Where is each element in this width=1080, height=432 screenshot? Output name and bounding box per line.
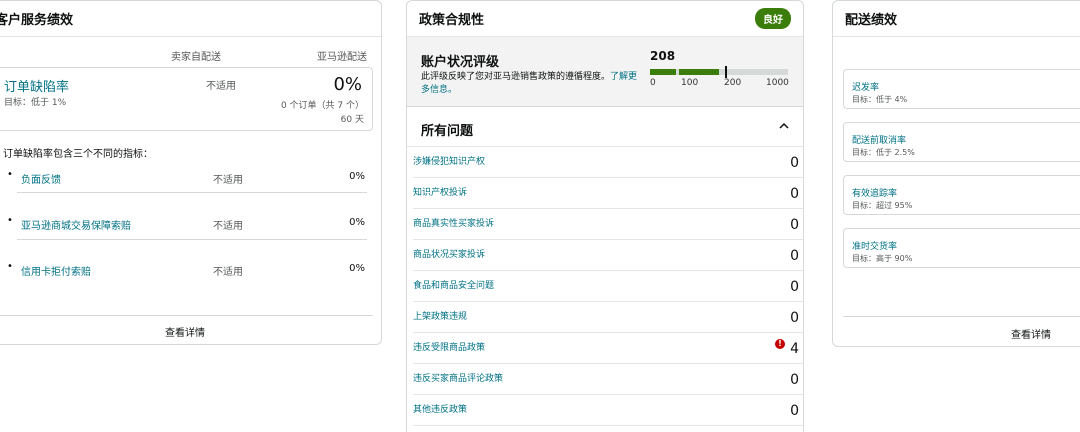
- issue-row: 上架政策违规 0: [413, 302, 803, 333]
- issue-row: 食品和商品安全问题 0: [413, 271, 803, 302]
- account-health-bar: [650, 66, 788, 78]
- alert-icon: !: [775, 339, 785, 349]
- account-health-title: 账户状况评级: [421, 55, 500, 70]
- odr-summary-box: 订单缺陷率 目标：低于 1% 不适用 0% 0 个订单（共 7 个） 60 天: [0, 67, 373, 131]
- metric-link-negative-feedback[interactable]: 负面反馈: [21, 171, 61, 186]
- issue-link[interactable]: 其他违反政策: [413, 402, 467, 415]
- footer-divider: [843, 316, 1080, 317]
- shipping-metric-target: 目标：高于 90%: [852, 254, 913, 263]
- status-badge: 良好: [755, 8, 791, 29]
- odr-target: 目标：低于 1%: [4, 98, 67, 108]
- metric-amazon-value: 0%: [349, 263, 365, 274]
- account-health-description: 此评级反映了您对亚马逊销售政策的遵循程度。了解更多信息。: [421, 71, 639, 97]
- shipping-title: 配送绩效: [845, 13, 898, 28]
- bullet: •: [7, 169, 13, 180]
- issue-row: 知识产权投诉 0: [413, 178, 803, 209]
- issue-count: 0: [790, 372, 799, 388]
- metric-row: • 信用卡拒付索赔 不适用 0%: [3, 259, 365, 305]
- metric-seller-value: 不适用: [213, 267, 243, 278]
- issue-count: 0: [790, 155, 799, 171]
- scale-tick: 1000: [766, 78, 789, 88]
- issue-link[interactable]: 商品状况买家投诉: [413, 247, 485, 260]
- odr-intro: 订单缺陷率包含三个不同的指标：: [3, 149, 153, 160]
- metric-link-a-to-z-claims[interactable]: 亚马逊商城交易保障索赔: [21, 217, 131, 232]
- customer-service-details-link[interactable]: 查看详情: [165, 324, 205, 339]
- odr-link[interactable]: 订单缺陷率: [4, 76, 69, 95]
- metric-amazon-value: 0%: [349, 171, 365, 182]
- shipping-metric-link[interactable]: 配送前取消率: [852, 133, 906, 146]
- customer-service-title: 客户服务绩效: [0, 13, 74, 28]
- scale-tick: 200: [724, 78, 742, 88]
- card-header: 政策合规性 良好: [407, 1, 803, 37]
- footer-divider: [0, 315, 373, 316]
- card-header: 客户服务绩效: [0, 1, 381, 37]
- metric-seller-value: 不适用: [213, 175, 243, 186]
- issue-link[interactable]: 违反受限商品政策: [413, 340, 485, 353]
- issue-link[interactable]: 食品和商品安全问题: [413, 278, 494, 291]
- chevron-up-icon[interactable]: [777, 119, 791, 133]
- scale-tick: 0: [650, 78, 656, 88]
- shipping-metric-link[interactable]: 准时交货率: [852, 239, 897, 252]
- shipping-details-link[interactable]: 查看详情: [1011, 326, 1051, 341]
- shipping-metric-link[interactable]: 迟发率: [852, 80, 879, 93]
- shipping-metric-box: 有效追踪率 目标：超过 95%: [843, 175, 1080, 215]
- issue-count: 0: [790, 248, 799, 264]
- shipping-metric-target: 目标：超过 95%: [852, 201, 913, 210]
- shipping-metric-box: 配送前取消率 目标：低于 2.5%: [843, 122, 1080, 162]
- card-header: 配送绩效: [833, 1, 1080, 37]
- issue-link[interactable]: 商品真实性买家投诉: [413, 216, 494, 229]
- col-header-amazon: 亚马逊配送: [317, 52, 367, 63]
- issue-row: 违反买家商品评论政策 0: [413, 364, 803, 395]
- issue-row: 其他违反政策 0: [413, 395, 803, 426]
- odr-seller-value: 不适用: [206, 81, 236, 92]
- divider: [17, 239, 367, 240]
- shipping-metric-box: 准时交货率 目标：高于 90%: [843, 228, 1080, 268]
- issue-row: 商品真实性买家投诉 0: [413, 209, 803, 240]
- odr-orders: 0 个订单（共 7 个）: [280, 101, 364, 111]
- bar-segment: [650, 69, 676, 75]
- bar-segment: [679, 69, 719, 75]
- issue-count: 0: [790, 186, 799, 202]
- policy-compliance-card: 政策合规性 良好 账户状况评级 此评级反映了您对亚马逊销售政策的遵循程度。了解更…: [406, 0, 804, 432]
- divider: [17, 192, 367, 193]
- customer-service-card: 客户服务绩效 卖家自配送 亚马逊配送 订单缺陷率 目标：低于 1% 不适用 0%…: [0, 0, 382, 345]
- shipping-metric-target: 目标：低于 2.5%: [852, 148, 915, 157]
- account-health-score: 208: [650, 49, 676, 63]
- all-issues-header[interactable]: 所有问题: [407, 107, 803, 147]
- issue-count: 0: [790, 279, 799, 295]
- bullet: •: [7, 215, 13, 226]
- issue-link[interactable]: 上架政策违规: [413, 309, 467, 322]
- score-marker: [724, 66, 727, 78]
- issue-link[interactable]: 违反买家商品评论政策: [413, 371, 503, 384]
- issue-link[interactable]: 涉嫌侵犯知识产权: [413, 154, 485, 167]
- issue-count: 0: [790, 310, 799, 326]
- issue-count: 0: [790, 217, 799, 233]
- issue-count: 0: [790, 403, 799, 419]
- metric-seller-value: 不适用: [213, 221, 243, 232]
- metric-amazon-value: 0%: [349, 217, 365, 228]
- issue-row: 涉嫌侵犯知识产权 0: [413, 147, 803, 178]
- metric-link-chargeback-claims[interactable]: 信用卡拒付索赔: [21, 263, 91, 278]
- scale-tick: 100: [681, 78, 699, 88]
- shipping-metric-box: 迟发率 目标：低于 4%: [843, 69, 1080, 109]
- odr-days: 60 天: [340, 115, 364, 125]
- account-health-panel: 账户状况评级 此评级反映了您对亚马逊销售政策的遵循程度。了解更多信息。 208 …: [407, 37, 803, 107]
- shipping-metric-link[interactable]: 有效追踪率: [852, 186, 897, 199]
- issue-count: 4: [790, 341, 799, 357]
- policy-title: 政策合规性: [419, 13, 485, 28]
- metric-row: • 亚马逊商城交易保障索赔 不适用 0%: [3, 213, 365, 259]
- odr-amazon-value: 0%: [333, 74, 362, 95]
- issue-row: 商品状况买家投诉 0: [413, 240, 803, 271]
- shipping-performance-card: 配送绩效 迟发率 目标：低于 4% 配送前取消率 目标：低于 2.5% 有效追踪…: [832, 0, 1080, 347]
- shipping-metric-target: 目标：低于 4%: [852, 95, 908, 104]
- col-header-seller: 卖家自配送: [171, 52, 221, 63]
- issue-row: 违反受限商品政策 ! 4: [413, 333, 803, 364]
- issue-link[interactable]: 知识产权投诉: [413, 185, 467, 198]
- all-issues-title: 所有问题: [421, 124, 474, 139]
- description-text: 此评级反映了您对亚马逊销售政策的遵循程度。: [421, 72, 611, 82]
- bullet: •: [7, 261, 13, 272]
- metric-row: • 负面反馈 不适用 0%: [3, 167, 365, 213]
